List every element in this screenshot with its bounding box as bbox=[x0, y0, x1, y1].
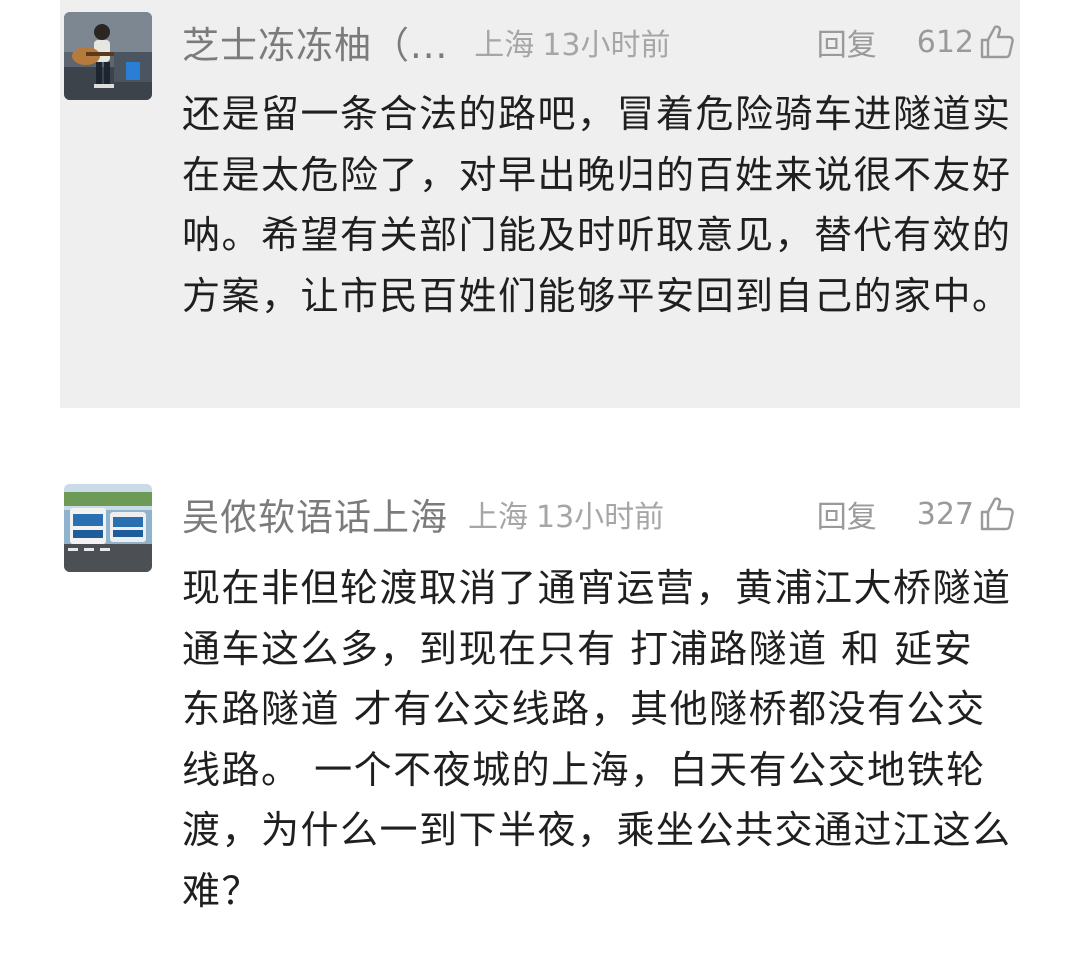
reply-button[interactable]: 回复 bbox=[817, 20, 877, 64]
comment-text: 现在非但轮渡取消了通宵运营，黄浦江大桥隧道通车这么多，到现在只有 打浦路隧道 和… bbox=[182, 566, 1012, 913]
location-label: 上海 bbox=[468, 500, 528, 535]
timestamp: 13小时前 bbox=[536, 500, 665, 535]
like-count: 327 bbox=[916, 496, 974, 532]
timestamp: 13小时前 bbox=[542, 28, 671, 63]
avatar[interactable] bbox=[64, 484, 152, 572]
username[interactable]: 芝士冻冻柚（... bbox=[182, 15, 448, 69]
thumbs-up-icon[interactable] bbox=[978, 23, 1016, 61]
username[interactable]: 吴侬软语话上海 bbox=[182, 487, 448, 541]
reply-button[interactable]: 回复 bbox=[817, 492, 877, 536]
comment-meta: 吴侬软语话上海 上海 13小时前 回复 327 bbox=[182, 484, 1020, 544]
location-label: 上海 bbox=[474, 28, 535, 63]
avatar[interactable] bbox=[64, 12, 152, 100]
comment-item[interactable]: 吴侬软语话上海 上海 13小时前 回复 327 现在非但轮渡取消了通宵运营，黄浦… bbox=[60, 470, 1020, 940]
thumbs-up-icon[interactable] bbox=[978, 495, 1016, 533]
comment-meta: 芝士冻冻柚（... 上海 13小时前 回复 612 bbox=[182, 12, 1020, 72]
comment-text: 还是留一条合法的路吧，冒着危险骑车进隧道实在是太危险了，对早出晚归的百姓来说很不… bbox=[182, 92, 1012, 318]
bus-avatar-icon bbox=[64, 484, 152, 572]
guitar-player-avatar-icon bbox=[64, 12, 152, 100]
comment-item[interactable]: 芝士冻冻柚（... 上海 13小时前 回复 612 还是留一条合法的路吧，冒着危… bbox=[60, 0, 1020, 408]
like-count: 612 bbox=[916, 24, 974, 60]
